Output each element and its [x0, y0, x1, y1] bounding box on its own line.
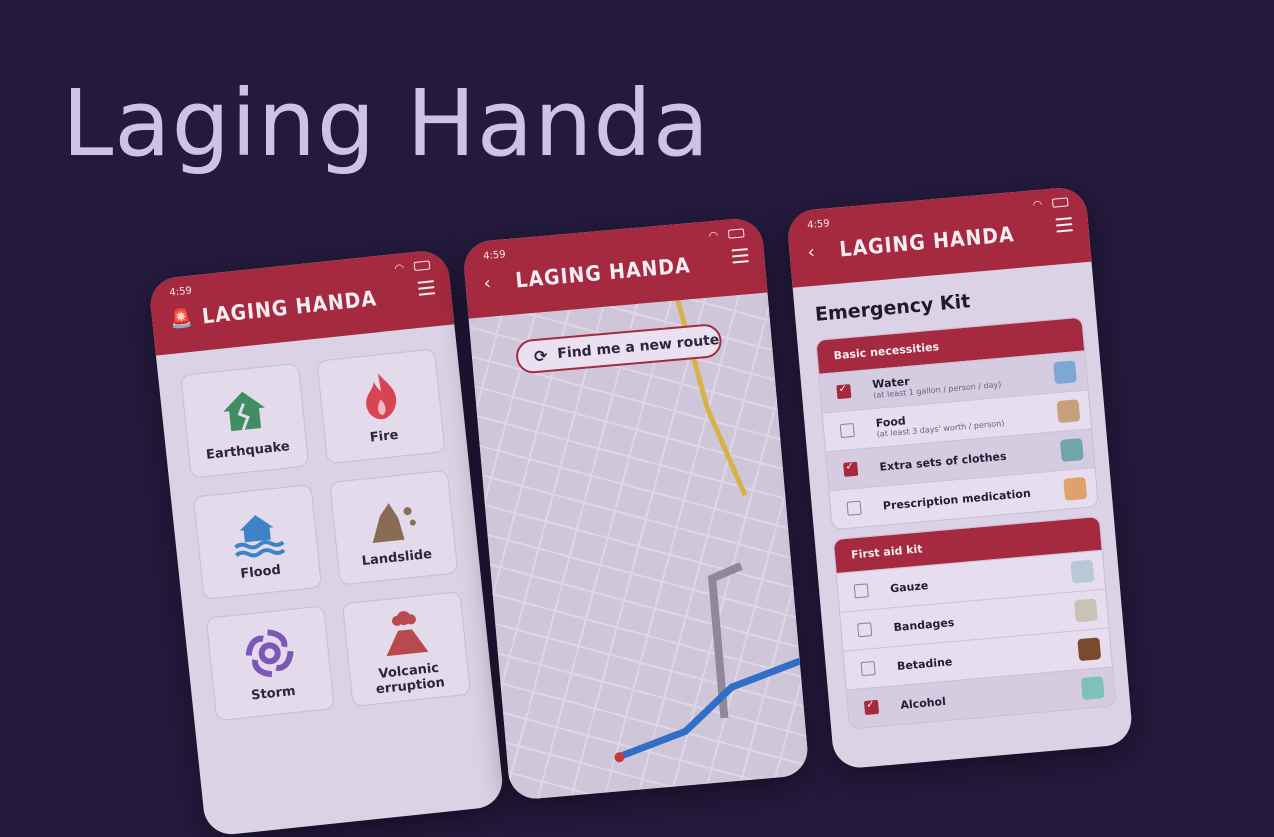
page-title: Emergency Kit	[814, 290, 972, 326]
app-title: LAGING HANDA	[200, 286, 379, 329]
pills-icon	[1063, 476, 1088, 501]
alcohol-bottle-icon	[1080, 676, 1105, 701]
map-view[interactable]: ⟳ Find me a new route	[468, 292, 810, 801]
tile-label: Volcanic erruption	[375, 660, 446, 698]
checkbox[interactable]	[853, 583, 869, 599]
back-arrow-icon[interactable]: ‹	[483, 273, 492, 295]
tile-storm[interactable]: Storm	[205, 605, 335, 722]
tile-fire[interactable]: Fire	[316, 348, 446, 465]
volcano-icon	[375, 601, 434, 660]
tile-label: Fire	[369, 427, 400, 446]
siren-icon[interactable]: 🚨	[169, 308, 193, 331]
canned-food-icon	[1056, 399, 1081, 424]
item-label: Prescription medication	[882, 486, 1032, 513]
bandage-roll-icon	[1073, 598, 1098, 623]
battery-icon	[727, 228, 745, 239]
section-basic-necessities: Basic necessities Water(at least 1 gallo…	[815, 316, 1099, 531]
battery-icon	[1051, 197, 1069, 208]
hamburger-menu-icon[interactable]	[417, 280, 436, 296]
status-time: 4:59	[168, 285, 193, 299]
item-label: Bandages	[893, 615, 955, 634]
checkbox[interactable]	[857, 622, 873, 638]
wifi-icon: ◠	[1032, 197, 1043, 212]
gauze-icon	[1070, 559, 1095, 584]
tile-earthquake[interactable]: Earthquake	[180, 362, 310, 479]
checkbox[interactable]	[846, 500, 862, 516]
wifi-icon: ◠	[708, 228, 719, 243]
phone-map-screen: 4:59 ◠ ‹ LAGING HANDA ⟳ Find me a new ro…	[462, 216, 810, 801]
flooded-house-icon	[227, 502, 286, 561]
battery-icon	[413, 260, 431, 272]
map-route-overlay	[614, 299, 801, 763]
status-time: 4:59	[482, 249, 507, 263]
section-first-aid-kit: First aid kit Gauze Bandages Betadine Al…	[832, 515, 1117, 730]
checkbox[interactable]	[839, 422, 855, 439]
water-bottle-icon	[1053, 360, 1077, 385]
hamburger-menu-icon[interactable]	[731, 248, 749, 264]
refresh-icon: ⟳	[533, 345, 549, 366]
rockfall-icon	[363, 488, 422, 547]
status-time: 4:59	[806, 218, 831, 232]
tile-flood[interactable]: Flood	[192, 484, 323, 600]
tile-label: Earthquake	[205, 438, 291, 463]
betadine-bottle-icon	[1077, 637, 1102, 662]
tile-volcanic-eruption[interactable]: Volcanic erruption	[341, 591, 472, 707]
clothes-icon	[1059, 438, 1084, 462]
checkbox[interactable]	[860, 660, 876, 677]
phone-hazards-screen: 4:59 ◠ 🚨 LAGING HANDA Earthquake Fire Fl…	[148, 248, 505, 837]
item-label: Gauze	[889, 578, 929, 595]
route-button-label: Find me a new route	[556, 331, 720, 363]
checkbox[interactable]	[843, 461, 859, 477]
typhoon-icon	[239, 623, 298, 682]
app-title: LAGING HANDA	[838, 222, 1016, 262]
item-label: Alcohol	[899, 694, 947, 712]
tile-label: Storm	[250, 683, 297, 703]
house-crack-icon	[214, 381, 273, 440]
hazard-grid: Earthquake Fire Flood Landslide Storm Vo…	[156, 324, 495, 745]
back-arrow-icon[interactable]: ‹	[807, 242, 816, 264]
phone-emergency-kit-screen: 4:59 ◠ ‹ LAGING HANDA Emergency Kit Basi…	[786, 185, 1134, 770]
hamburger-menu-icon[interactable]	[1055, 217, 1073, 233]
tile-label: Flood	[239, 562, 282, 582]
checkbox[interactable]	[863, 699, 880, 716]
checkbox[interactable]	[836, 384, 852, 400]
item-label: Extra sets of clothes	[878, 449, 1007, 474]
app-bar: 4:59 ◠ ‹ LAGING HANDA	[786, 185, 1092, 288]
tile-label: Landslide	[361, 546, 433, 569]
wifi-icon: ◠	[393, 261, 405, 276]
app-title: LAGING HANDA	[514, 253, 692, 293]
item-label: Betadine	[896, 654, 953, 673]
tile-landslide[interactable]: Landslide	[329, 469, 459, 586]
page-headline: Laging Handa	[62, 70, 711, 177]
flame-icon	[350, 366, 409, 425]
